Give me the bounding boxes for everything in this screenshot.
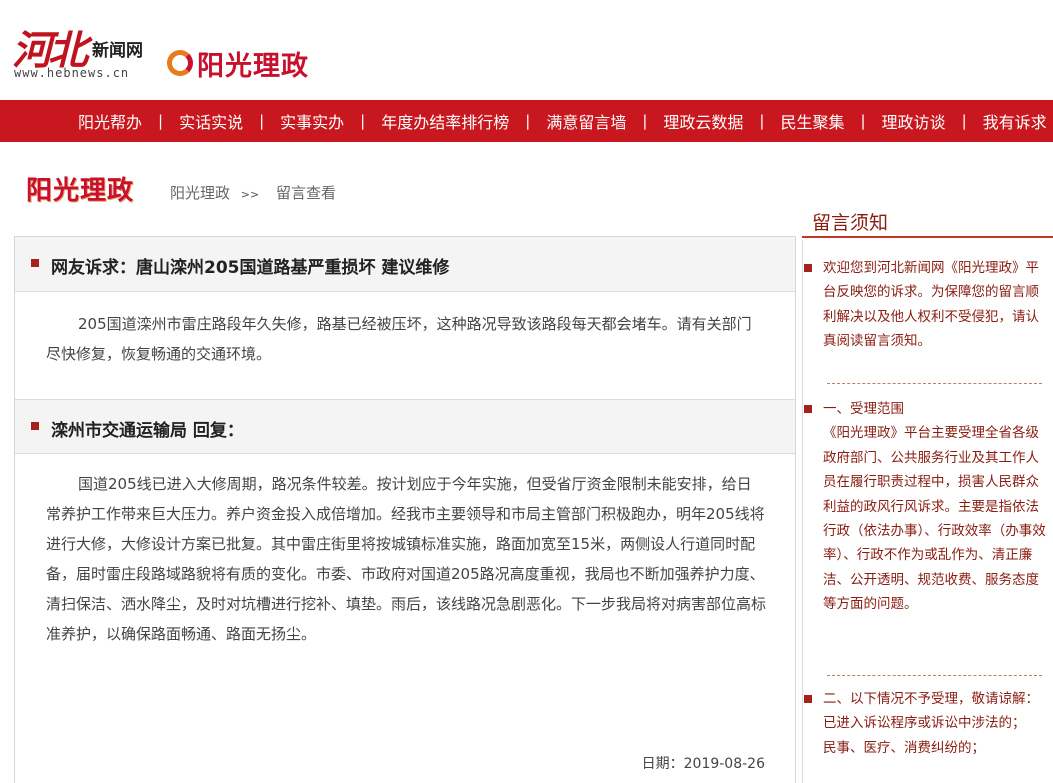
notice-item: 二、以下情况不予受理，敬请谅解： 已进入诉讼程序或诉讼中涉法的； 民事、医疗、消… (804, 687, 1051, 760)
nav-link[interactable]: 理政云数据 (647, 109, 759, 133)
yangguang-logo-icon (167, 50, 193, 76)
nav-link[interactable]: 民生聚集 (764, 109, 860, 133)
breadcrumb-home[interactable]: 阳光理政 (170, 184, 230, 202)
square-bullet-icon (804, 264, 812, 272)
reply-date: 日期：2019-08-26 (641, 756, 765, 772)
notice-sidebar: 留言须知 欢迎您到河北新闻网《阳光理政》平台反映您的诉求。为保障您的留言顺利解决… (802, 200, 1053, 783)
nav-link[interactable]: 阳光帮办 (62, 109, 158, 133)
nav-item: 阳光帮办 | (62, 109, 163, 133)
section-title: 阳光理政 (26, 176, 135, 206)
notice-text: 二、以下情况不予受理，敬请谅解： 已进入诉讼程序或诉讼中涉法的； 民事、医疗、消… (823, 691, 1039, 756)
notice-item: 一、受理范围 《阳光理政》平台主要受理全省各级政府部门、公共服务行业及其工作人员… (804, 397, 1051, 617)
square-bullet-icon (804, 405, 812, 413)
nav-link[interactable]: 实事实办 (264, 109, 360, 133)
notice-item: 欢迎您到河北新闻网《阳光理政》平台反映您的诉求。为保障您的留言顺利解决以及他人权… (804, 256, 1051, 354)
post-title: 网友诉求：唐山滦州205国道路基严重损坏 建议维修 (51, 258, 450, 278)
notice-text: 一、受理范围 《阳光理政》平台主要受理全省各级政府部门、公共服务行业及其工作人员… (823, 401, 1046, 613)
hebnews-logo[interactable]: 河北 新闻网 www.hebnews.cn (12, 18, 162, 88)
post-title-bar: 网友诉求：唐山滦州205国道路基严重损坏 建议维修 (15, 237, 795, 292)
nav-item: 年度办结率排行榜 | (365, 109, 530, 133)
square-bullet-icon (31, 259, 39, 267)
breadcrumb: 阳光理政 >> 留言查看 (170, 182, 336, 203)
yangguang-logo-text: 阳光理政 (197, 51, 309, 82)
reply-title-bar: 滦州市交通运输局 回复： (15, 399, 795, 454)
nav-link[interactable]: 满意留言墙 (530, 109, 642, 133)
dashed-divider (827, 675, 1042, 676)
sidebar-body: 欢迎您到河北新闻网《阳光理政》平台反映您的诉求。为保障您的留言顺利解决以及他人权… (802, 240, 1053, 783)
nav-item: 理政访谈 | (866, 109, 967, 133)
dashed-divider (827, 383, 1042, 384)
nav-item: 我有诉求 (967, 109, 1053, 133)
main-nav: 阳光帮办 | 实话实说 | 实事实办 | 年度办结率排行榜 | 满意留言墙 | 理政云数据 | 民生聚集… (0, 100, 1053, 142)
breadcrumb-current: 留言查看 (276, 184, 337, 202)
notice-text: 欢迎您到河北新闻网《阳光理政》平台反映您的诉求。为保障您的留言顺利解决以及他人权… (823, 260, 1039, 350)
hebnews-logo-url: www.hebnews.cn (14, 66, 130, 80)
post-body: 205国道滦州市雷庄路段年久失修，路基已经被压坏，这种路况导致该路段每天都会堵车… (46, 315, 752, 363)
nav-link[interactable]: 年度办结率排行榜 (365, 109, 525, 133)
nav-link[interactable]: 理政访谈 (866, 109, 962, 133)
reply-body: 国道205线已进入大修周期，路况条件较差。按计划应于今年实施，但受省厅资金限制未… (46, 475, 767, 643)
nav-item: 实话实说 | (163, 109, 264, 133)
nav-item: 满意留言墙 | (530, 109, 647, 133)
nav-list: 阳光帮办 | 实话实说 | 实事实办 | 年度办结率排行榜 | 满意留言墙 | 理政云数据 | 民生聚集… (62, 100, 1053, 142)
message-panel: 网友诉求：唐山滦州205国道路基严重损坏 建议维修 205国道滦州市雷庄路段年久… (14, 236, 796, 783)
nav-item: 民生聚集 | (764, 109, 865, 133)
hebnews-logo-name: 新闻网 (92, 41, 143, 61)
nav-link[interactable]: 我有诉求 (967, 109, 1053, 133)
nav-item: 实事实办 | (264, 109, 365, 133)
breadcrumb-arrow: >> (240, 188, 260, 201)
nav-link[interactable]: 实话实说 (163, 109, 259, 133)
square-bullet-icon (31, 422, 39, 430)
square-bullet-icon (804, 695, 812, 703)
site-header: 河北 新闻网 www.hebnews.cn 阳光理政 (0, 0, 1053, 100)
reply-title: 滦州市交通运输局 回复： (51, 421, 244, 441)
nav-item: 理政云数据 | (647, 109, 764, 133)
sidebar-title: 留言须知 (812, 212, 889, 234)
sidebar-header: 留言须知 (802, 200, 1053, 238)
